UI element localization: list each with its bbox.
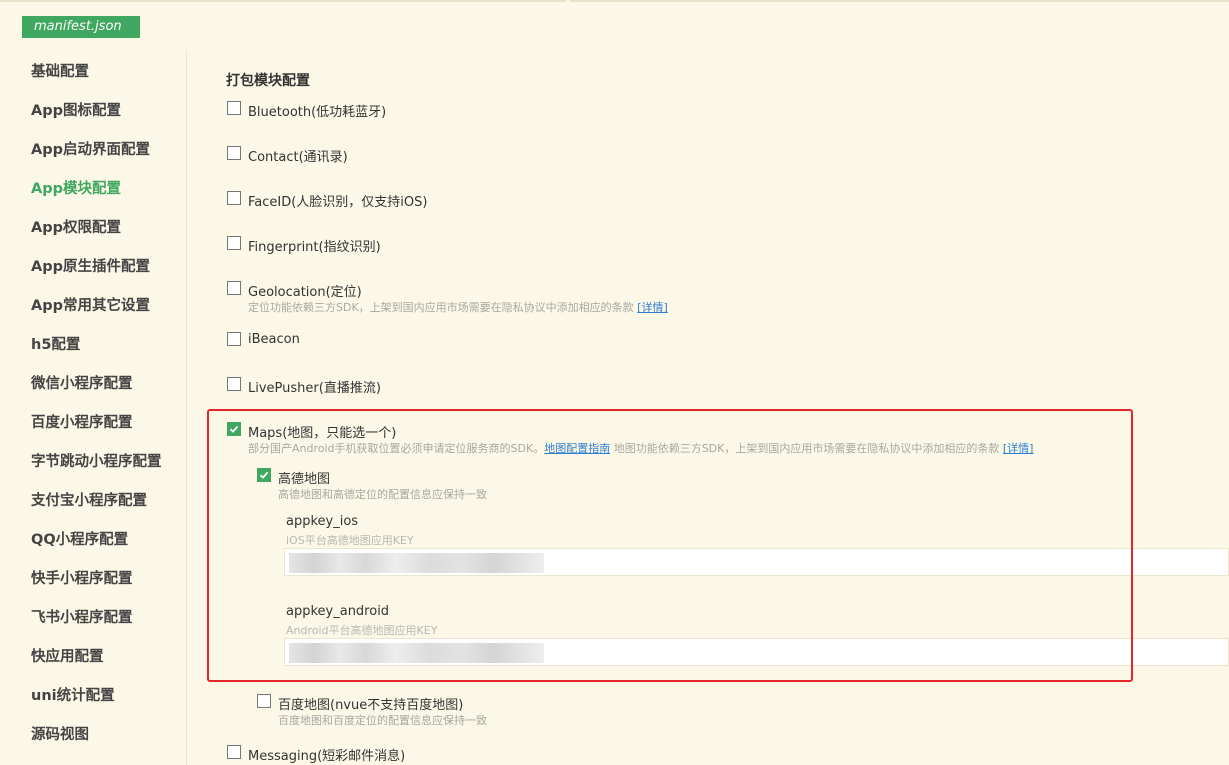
section-title: 打包模块配置 — [226, 73, 310, 89]
faceid-label[interactable]: FaceID(人脸识别，仅支持iOS) — [248, 191, 427, 210]
sidebar-item-feishu[interactable]: 飞书小程序配置 — [31, 606, 133, 627]
geolocation-hint: 定位功能依赖三方SDK，上架到国内应用市场需要在隐私协议中添加相应的条款 [详情… — [248, 299, 668, 315]
baidu-map-hint: 百度地图和百度定位的配置信息应保持一致 — [278, 714, 487, 727]
sidebar-item-uni-stat[interactable]: uni统计配置 — [31, 684, 115, 705]
sidebar-item-alipay[interactable]: 支付宝小程序配置 — [31, 489, 147, 510]
contact-checkbox[interactable] — [227, 146, 241, 160]
messaging-checkbox[interactable] — [227, 745, 241, 759]
baidu-map-checkbox[interactable] — [257, 694, 271, 708]
baidu-map-label[interactable]: 百度地图(nvue不支持百度地图) — [278, 694, 463, 713]
sidebar-item-basic[interactable]: 基础配置 — [31, 60, 89, 81]
sidebar-item-h5[interactable]: h5配置 — [31, 333, 80, 354]
top-border-gap — [566, 0, 570, 2]
geolocation-checkbox[interactable] — [227, 281, 241, 295]
sidebar-item-qq[interactable]: QQ小程序配置 — [31, 528, 128, 549]
faceid-checkbox[interactable] — [227, 191, 241, 205]
sidebar-item-app-permissions[interactable]: App权限配置 — [31, 216, 121, 237]
livepusher-checkbox[interactable] — [227, 377, 241, 391]
sidebar-item-source-view[interactable]: 源码视图 — [31, 723, 89, 744]
sidebar-item-app-native-plugins[interactable]: App原生插件配置 — [31, 255, 150, 276]
sidebar-item-app-icon[interactable]: App图标配置 — [31, 99, 121, 120]
livepusher-label[interactable]: LivePusher(直播推流) — [248, 377, 381, 396]
messaging-label[interactable]: Messaging(短彩邮件消息) — [248, 745, 405, 764]
geolocation-details-link[interactable]: [详情] — [637, 301, 668, 314]
sidebar-item-app-modules[interactable]: App模块配置 — [31, 177, 121, 198]
highlight-box — [207, 409, 1133, 682]
ibeacon-checkbox[interactable] — [227, 332, 241, 346]
sidebar-item-app-other-settings[interactable]: App常用其它设置 — [31, 294, 150, 315]
sidebar-item-baidu[interactable]: 百度小程序配置 — [31, 411, 133, 432]
geolocation-label[interactable]: Geolocation(定位) — [248, 281, 362, 300]
contact-label[interactable]: Contact(通讯录) — [248, 146, 348, 165]
sidebar-item-app-splash[interactable]: App启动界面配置 — [31, 138, 150, 159]
sidebar-item-weixin[interactable]: 微信小程序配置 — [31, 372, 133, 393]
sidebar-item-quickapp[interactable]: 快应用配置 — [31, 645, 104, 666]
fingerprint-label[interactable]: Fingerprint(指纹识别) — [248, 236, 381, 255]
ibeacon-label[interactable]: iBeacon — [248, 332, 300, 347]
geolocation-hint-text: 定位功能依赖三方SDK，上架到国内应用市场需要在隐私协议中添加相应的条款 — [248, 301, 634, 314]
bluetooth-label[interactable]: Bluetooth(低功耗蓝牙) — [248, 101, 386, 120]
file-tab[interactable]: manifest.json — [22, 16, 140, 38]
bluetooth-checkbox[interactable] — [227, 101, 241, 115]
sidebar-item-toutiao[interactable]: 字节跳动小程序配置 — [31, 450, 162, 471]
top-border — [0, 0, 1229, 2]
sidebar-item-kuaishou[interactable]: 快手小程序配置 — [31, 567, 133, 588]
fingerprint-checkbox[interactable] — [227, 236, 241, 250]
